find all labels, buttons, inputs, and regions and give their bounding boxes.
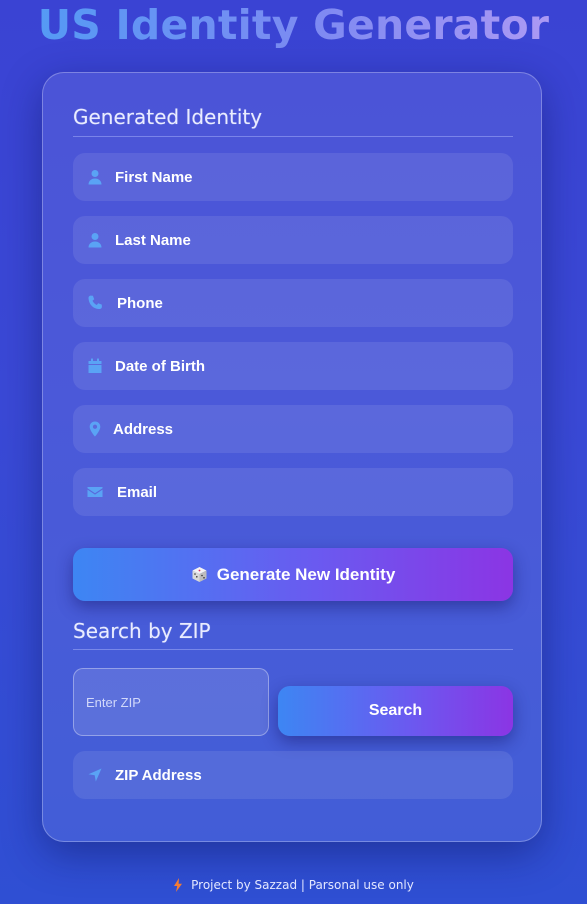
zip-heading-divider	[73, 649, 513, 650]
phone-field: Phone	[73, 279, 513, 327]
identity-card: Generated Identity First Name Last Name …	[42, 72, 542, 842]
envelope-icon	[87, 484, 103, 500]
email-field: Email	[73, 468, 513, 516]
date-of-birth-label: Date of Birth	[115, 357, 205, 375]
location-arrow-icon	[87, 767, 103, 783]
lightning-icon	[174, 878, 183, 892]
date-of-birth-field: Date of Birth	[73, 342, 513, 390]
app-title: US Identity Generator	[0, 0, 587, 50]
phone-label: Phone	[117, 294, 163, 312]
generate-identity-label: Generate New Identity	[216, 564, 396, 584]
address-label: Address	[113, 420, 174, 438]
address-field: Address	[73, 405, 513, 453]
zip-address-label: ZIP Address	[115, 766, 202, 784]
footer: Project by Sazzad | Parsonal use only	[0, 878, 587, 892]
footer-text: Project by Sazzad | Parsonal use only	[191, 878, 414, 892]
email-label: Email	[117, 483, 158, 501]
generate-identity-button[interactable]: Generate New Identity	[73, 548, 513, 601]
last-name-label: Last Name	[115, 231, 191, 249]
generated-identity-heading: Generated Identity	[73, 105, 263, 129]
zip-address-field: ZIP Address	[73, 751, 513, 799]
first-name-field: First Name	[73, 153, 513, 201]
calendar-icon	[87, 358, 103, 374]
zip-input[interactable]	[73, 668, 269, 736]
heading-divider	[73, 136, 513, 137]
dice-icon	[192, 567, 207, 582]
search-by-zip-heading: Search by ZIP	[73, 619, 211, 643]
user-icon	[87, 169, 103, 185]
user-icon	[87, 232, 103, 248]
map-pin-icon	[87, 421, 103, 437]
search-button[interactable]: Search	[278, 686, 513, 736]
phone-icon	[87, 295, 103, 311]
last-name-field: Last Name	[73, 216, 513, 264]
first-name-label: First Name	[115, 168, 193, 186]
